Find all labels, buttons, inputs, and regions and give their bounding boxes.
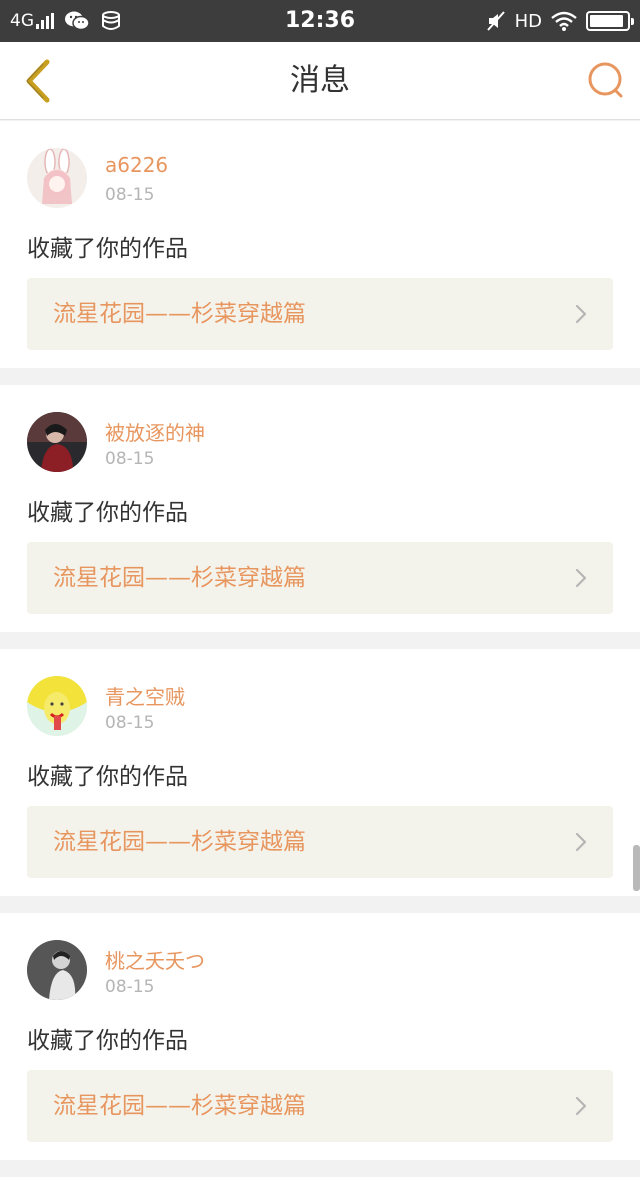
user-name[interactable]: a6226 [105, 153, 168, 177]
notification-date: 08-15 [105, 713, 155, 733]
avatar[interactable] [27, 412, 87, 472]
chevron-right-icon [575, 832, 587, 852]
search-icon[interactable] [586, 60, 626, 100]
notification-date: 08-15 [105, 185, 155, 205]
notification-date: 08-15 [105, 449, 155, 469]
notification-date: 08-15 [105, 977, 155, 997]
avatar[interactable] [27, 148, 87, 208]
notification-list: a6226 08-15 收藏了你的作品 流星花园——杉菜穿越篇 被放逐的神 08… [0, 121, 640, 1177]
work-title: 流星花园——杉菜穿越篇 [53, 301, 306, 327]
notification-card: a6226 08-15 收藏了你的作品 流星花园——杉菜穿越篇 [0, 121, 640, 368]
work-title: 流星花园——杉菜穿越篇 [53, 829, 306, 855]
notification-card: 青之空贼 08-15 收藏了你的作品 流星花园——杉菜穿越篇 [0, 649, 640, 896]
work-link[interactable]: 流星花园——杉菜穿越篇 [27, 1070, 613, 1142]
user-name[interactable]: 桃之夭夭つ [105, 945, 205, 974]
avatar[interactable] [27, 676, 87, 736]
status-right: HD [485, 0, 634, 42]
notification-card: 桃之夭夭つ 08-15 收藏了你的作品 流星花园——杉菜穿越篇 [0, 913, 640, 1160]
battery-icon [586, 11, 634, 31]
work-title: 流星花园——杉菜穿越篇 [53, 1093, 306, 1119]
scrollbar[interactable] [633, 845, 640, 891]
notification-action: 收藏了你的作品 [27, 500, 188, 526]
work-link[interactable]: 流星花园——杉菜穿越篇 [27, 278, 613, 350]
work-link[interactable]: 流星花园——杉菜穿越篇 [27, 542, 613, 614]
mute-icon [486, 11, 505, 31]
status-bar: 4G 12:36 HD [0, 0, 640, 42]
user-name[interactable]: 青之空贼 [105, 681, 185, 710]
notification-card: 被放逐的神 08-15 收藏了你的作品 流星花园——杉菜穿越篇 [0, 385, 640, 632]
chevron-right-icon [575, 568, 587, 588]
notification-action: 收藏了你的作品 [27, 764, 188, 790]
notification-action: 收藏了你的作品 [27, 1028, 188, 1054]
notification-action: 收藏了你的作品 [27, 236, 188, 262]
battery-level [590, 15, 624, 27]
nav-bar: 消息 [0, 42, 640, 120]
user-name[interactable]: 被放逐的神 [105, 417, 205, 446]
wifi-icon [551, 11, 577, 31]
chevron-right-icon [575, 1096, 587, 1116]
chevron-right-icon [575, 304, 587, 324]
work-link[interactable]: 流星花园——杉菜穿越篇 [27, 806, 613, 878]
avatar[interactable] [27, 940, 87, 1000]
hd-indicator: HD [514, 10, 542, 32]
page-title: 消息 [290, 63, 350, 98]
work-title: 流星花园——杉菜穿越篇 [53, 565, 306, 591]
